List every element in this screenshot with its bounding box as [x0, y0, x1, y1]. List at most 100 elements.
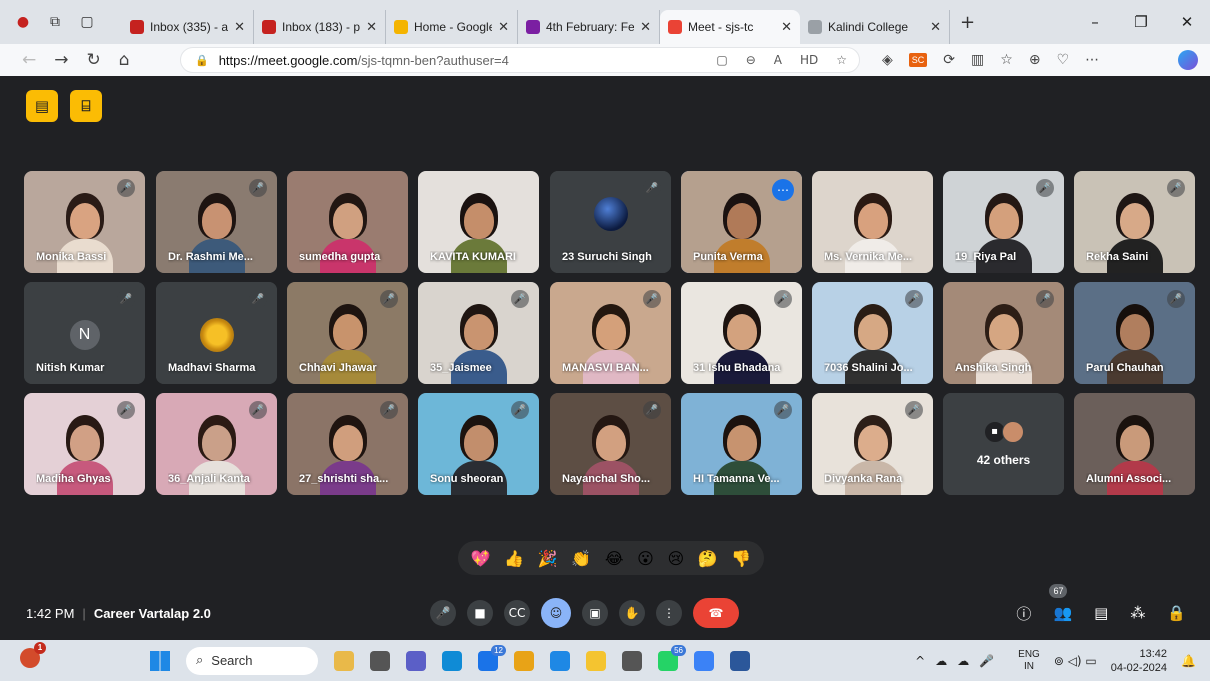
weather-widget[interactable]: 1: [0, 642, 150, 673]
exit-button[interactable]: ⌸: [70, 90, 102, 122]
participant-tile[interactable]: Punita Verma ⋯: [681, 171, 802, 273]
browser-tab[interactable]: Meet - sjs-tc ✕: [660, 10, 800, 44]
participant-tile[interactable]: Nayanchal Sho... 🎤: [550, 393, 671, 495]
participant-tile[interactable]: Divyanka Rana 🎤: [812, 393, 933, 495]
close-tab-icon[interactable]: ✕: [640, 20, 651, 35]
microphone-button[interactable]: 🎤: [430, 600, 456, 626]
end-call-button[interactable]: ☎: [693, 598, 739, 628]
participant-tile[interactable]: Monika Bassi 🎤: [24, 171, 145, 273]
captions-button[interactable]: CC: [504, 600, 530, 626]
participant-tile[interactable]: Chhavi Jhawar 🎤: [287, 282, 408, 384]
mail-icon[interactable]: 12: [478, 644, 506, 671]
toolbar-icon[interactable]: ♡: [1057, 52, 1070, 68]
chat-icon[interactable]: ▤: [1094, 604, 1108, 622]
reaction-emoji[interactable]: 🤔: [698, 549, 718, 568]
whatsapp-icon[interactable]: 56: [658, 644, 686, 671]
tray-icon[interactable]: 🎤: [979, 654, 994, 668]
copilot-icon[interactable]: [1178, 50, 1198, 70]
toolbar-icon[interactable]: ⊕: [1029, 52, 1041, 68]
participant-tile[interactable]: sumedha gupta: [287, 171, 408, 273]
photos-icon[interactable]: [694, 650, 714, 671]
clock[interactable]: 13:42 04-02-2024: [1111, 647, 1167, 675]
url-field[interactable]: 🔒 https://meet.google.com/sjs-tqmn-ben?a…: [180, 47, 860, 73]
participant-tile[interactable]: 27_shrishti sha... 🎤: [287, 393, 408, 495]
forward-icon[interactable]: →: [54, 50, 68, 70]
browser-tab[interactable]: Home - Google C ✕: [386, 10, 518, 44]
url-action-icon[interactable]: ☆: [836, 53, 847, 67]
activities-icon[interactable]: ⁂: [1130, 604, 1145, 622]
reaction-emoji[interactable]: 👍: [504, 549, 524, 568]
reaction-emoji[interactable]: 😮: [637, 549, 654, 568]
participant-tile[interactable]: Ms. Vernika Me...: [812, 171, 933, 273]
profile-icon[interactable]: ●: [14, 13, 32, 31]
participant-tile[interactable]: Anshika Singh 🎤: [943, 282, 1064, 384]
close-tab-icon[interactable]: ✕: [781, 20, 792, 35]
chrome-icon[interactable]: [514, 650, 534, 671]
participant-tile[interactable]: Madiha Ghyas 🎤: [24, 393, 145, 495]
reaction-emoji[interactable]: 🎉: [538, 549, 558, 568]
reaction-emoji[interactable]: 👏: [571, 549, 591, 568]
extension-icon[interactable]: ◈: [882, 52, 893, 68]
participant-tile[interactable]: 31 Ishu Bhadana 🎤: [681, 282, 802, 384]
participant-tile[interactable]: 23 Suruchi Singh 🎤: [550, 171, 671, 273]
participant-tile[interactable]: Madhavi Sharma 🎤: [156, 282, 277, 384]
tray-icon[interactable]: ☁: [935, 654, 947, 668]
widgets-icon[interactable]: [334, 650, 354, 671]
reaction-emoji[interactable]: 💖: [471, 549, 491, 568]
participant-tile[interactable]: MANASVI BAN... 🎤: [550, 282, 671, 384]
more-options-icon[interactable]: ⋯: [772, 179, 794, 201]
info-icon[interactable]: ⓘ: [1016, 603, 1031, 624]
snipping-icon[interactable]: [622, 650, 642, 671]
url-action-icon[interactable]: ⊖: [746, 53, 756, 67]
participant-tile[interactable]: Parul Chauhan 🎤: [1074, 282, 1195, 384]
participant-tile[interactable]: 7036 Shalini Jo... 🎤: [812, 282, 933, 384]
file-explorer-icon[interactable]: [586, 650, 606, 671]
camera-button[interactable]: ■: [467, 600, 493, 626]
tray-icon[interactable]: ^: [915, 654, 925, 668]
close-tab-icon[interactable]: ✕: [366, 20, 377, 35]
notification-icon[interactable]: 1: [20, 642, 46, 668]
refresh-icon[interactable]: ↻: [87, 50, 101, 70]
raise-hand-button[interactable]: ✋: [619, 600, 645, 626]
close-tab-icon[interactable]: ✕: [498, 20, 509, 35]
participant-tile[interactable]: 35_Jaismee 🎤: [418, 282, 539, 384]
taskbar-search[interactable]: ⌕ Search: [186, 646, 318, 675]
more-options-button[interactable]: ⋮: [656, 600, 682, 626]
participant-tile[interactable]: KAVITA KUMARI: [418, 171, 539, 273]
browser-tab[interactable]: 4th February: Fee ✕: [518, 10, 660, 44]
participant-tile[interactable]: N Nitish Kumar 🎤: [24, 282, 145, 384]
host-controls-icon[interactable]: 🔒: [1167, 604, 1186, 622]
home-icon[interactable]: ⌂: [119, 50, 130, 70]
network-volume-battery-icons[interactable]: ⊚ ◁) ▭: [1054, 654, 1097, 668]
participant-tile[interactable]: 36_Anjali Kanta 🎤: [156, 393, 277, 495]
word-icon[interactable]: [730, 650, 750, 671]
teams-icon[interactable]: [406, 650, 426, 671]
close-tab-icon[interactable]: ✕: [930, 20, 941, 35]
start-icon[interactable]: [150, 650, 170, 671]
restore-button[interactable]: ❐: [1118, 13, 1164, 31]
people-icon[interactable]: 👥 67: [1049, 584, 1072, 622]
toolbar-icon[interactable]: ▥: [971, 52, 984, 68]
url-action-icon[interactable]: HD: [800, 53, 818, 67]
tab-actions-icon[interactable]: ▢: [78, 13, 96, 31]
url-action-icon[interactable]: A: [774, 53, 782, 67]
participant-tile[interactable]: 19_Riya Pal 🎤: [943, 171, 1064, 273]
language-indicator[interactable]: ENG IN: [1018, 649, 1040, 673]
task-view-icon[interactable]: [370, 650, 390, 671]
toolbar-icon[interactable]: ⋯: [1085, 52, 1099, 68]
sc-extension-icon[interactable]: SC: [908, 53, 928, 67]
reaction-emoji[interactable]: 👎: [731, 549, 751, 568]
new-tab-button[interactable]: +: [950, 12, 985, 33]
reactions-button[interactable]: ☺: [541, 598, 571, 628]
toolbar-icon[interactable]: ☆: [1000, 52, 1013, 68]
participant-tile[interactable]: HI Tamanna Ve... 🎤: [681, 393, 802, 495]
safari-icon[interactable]: [550, 650, 570, 671]
present-button[interactable]: ▣: [582, 600, 608, 626]
toolbar-icon[interactable]: ⟳: [943, 52, 955, 68]
participant-tile[interactable]: Sonu sheoran 🎤: [418, 393, 539, 495]
close-window-button[interactable]: ✕: [1164, 13, 1210, 31]
minimize-button[interactable]: –: [1072, 13, 1118, 31]
reaction-emoji[interactable]: 😢: [667, 549, 684, 568]
reaction-emoji[interactable]: 😂: [605, 549, 624, 568]
tray-icon[interactable]: ☁: [957, 654, 969, 668]
